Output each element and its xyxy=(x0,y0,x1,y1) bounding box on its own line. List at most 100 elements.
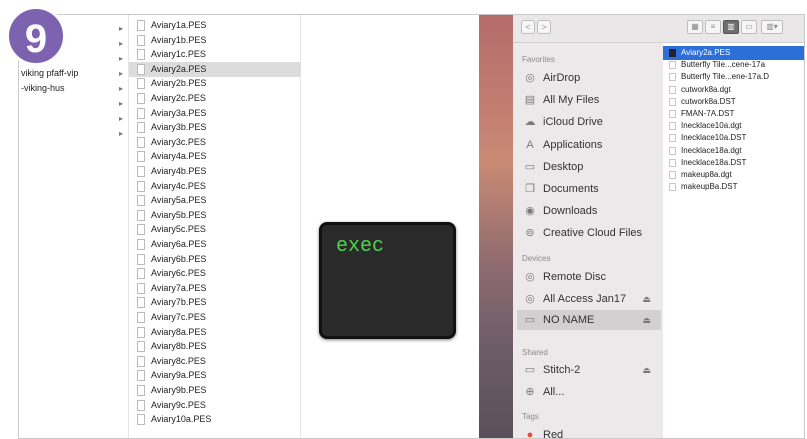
sidebar-item-label: iCloud Drive xyxy=(543,116,603,129)
file-row[interactable]: Aviary9a.PES xyxy=(129,368,301,383)
document-icon xyxy=(137,385,145,396)
file-name: Aviary7b.PES xyxy=(151,297,207,308)
file-row[interactable]: Aviary1c.PES xyxy=(129,47,301,62)
sidebar-item[interactable]: ❐ Documents xyxy=(517,179,661,199)
file-row[interactable]: Aviary7c.PES xyxy=(129,310,301,325)
folder-item[interactable]: ▸ xyxy=(19,126,129,141)
cloud-icon: ☁ xyxy=(524,116,536,129)
file-row[interactable]: Aviary9c.PES xyxy=(129,398,301,413)
sidebar-item[interactable]: ⊕ All... xyxy=(517,382,661,402)
file-name: Aviary3a.PES xyxy=(151,107,207,118)
file-row[interactable]: Aviary8b.PES xyxy=(129,339,301,354)
file-name: Aviary9b.PES xyxy=(151,385,207,395)
eject-icon[interactable]: ⏏ xyxy=(642,310,651,330)
file-name: Aviary6b.PES xyxy=(151,253,207,264)
exec-terminal-icon[interactable]: exec xyxy=(319,222,456,339)
folder-item[interactable]: viking pfaff-vip ▸ xyxy=(19,66,129,81)
arrange-button[interactable]: ▥▾ xyxy=(761,20,783,34)
file-name: Aviary4c.PES xyxy=(151,180,206,191)
sidebar-item-label: All My Files xyxy=(543,94,600,107)
file-row[interactable]: Aviary6a.PES xyxy=(129,237,301,252)
document-icon xyxy=(137,195,145,207)
folder-item[interactable]: ▸ xyxy=(19,96,129,111)
document-icon xyxy=(137,209,145,221)
list-view-button[interactable]: ≡ xyxy=(705,20,721,34)
document-icon xyxy=(137,312,145,323)
sidebar-tag[interactable]: ● Red xyxy=(517,425,661,438)
file-row[interactable]: Aviary3c.PES xyxy=(129,135,301,150)
icon-view-button[interactable]: ▦ xyxy=(687,20,703,34)
sidebar-item[interactable]: ▭ Stitch-2 ⏏ xyxy=(517,360,661,380)
sidebar-item[interactable]: ◎ All Access Jan17 ⏏ xyxy=(517,289,661,309)
file-row[interactable]: Aviary6b.PES xyxy=(129,252,301,267)
file-row[interactable]: Aviary1b.PES xyxy=(129,33,301,48)
file-row[interactable]: Aviary2c.PES xyxy=(129,91,301,106)
file-row[interactable]: Aviary3a.PES xyxy=(129,106,301,121)
column-view-button[interactable]: ▥ xyxy=(723,20,739,34)
cover-flow-button[interactable]: ▭ xyxy=(741,20,757,34)
sidebar-item[interactable]: ▤ All My Files xyxy=(517,90,661,110)
file-row[interactable]: Aviary7b.PES xyxy=(129,295,301,310)
file-icon xyxy=(669,171,676,179)
file-icon xyxy=(669,183,676,192)
file-row[interactable]: Aviary8c.PES xyxy=(129,354,301,369)
folder-item[interactable]: ▸ xyxy=(19,111,129,126)
sidebar-item[interactable]: ◎ AirDrop xyxy=(517,68,661,88)
file-name: Aviary1c.PES xyxy=(151,49,206,60)
applications-icon: A xyxy=(526,138,534,151)
file-name: Aviary4b.PES xyxy=(151,166,207,176)
sidebar-item-label: Applications xyxy=(543,138,603,151)
desktop-icon: ▭ xyxy=(524,160,536,173)
sidebar-item[interactable]: ▭ Desktop xyxy=(517,157,661,177)
eject-icon[interactable]: ⏏ xyxy=(642,360,651,380)
document-icon xyxy=(137,93,145,104)
exec-label: exec xyxy=(336,235,385,258)
file-name: Aviary5b.PES xyxy=(151,209,207,220)
sidebar-item[interactable]: ☁ iCloud Drive xyxy=(517,112,661,132)
folder-item[interactable]: -viking-hus ▸ xyxy=(19,81,129,96)
file-row[interactable]: Aviary5a.PES xyxy=(129,193,301,208)
file-icon xyxy=(669,122,676,131)
file-icon xyxy=(669,97,676,106)
file-row[interactable]: Aviary2a.PES xyxy=(129,61,301,77)
file-row[interactable]: Aviary3b.PES xyxy=(129,120,301,135)
file-row[interactable]: Aviary4b.PES xyxy=(129,164,301,179)
sidebar-item[interactable]: ⊚ Creative Cloud Files xyxy=(517,223,661,243)
file-row[interactable]: Aviary8a.PES xyxy=(129,325,301,340)
back-button[interactable]: < xyxy=(521,20,535,34)
file-row[interactable]: Aviary5c.PES xyxy=(129,222,301,237)
file-row[interactable]: Aviary9b.PES xyxy=(129,383,301,398)
document-icon xyxy=(137,326,145,338)
file-name: Aviary6a.PES xyxy=(151,239,207,249)
document-icon xyxy=(137,253,145,265)
sidebar-item[interactable]: A Applications xyxy=(517,135,661,155)
file-row[interactable]: Aviary5b.PES xyxy=(129,208,301,223)
file-name: Aviary10a.PES xyxy=(151,414,212,425)
chevron-right-icon: ▸ xyxy=(118,129,123,138)
step-number-badge: 9 xyxy=(6,6,66,66)
file-name: Aviary7a.PES xyxy=(151,282,207,293)
chevron-right-icon: ▸ xyxy=(118,24,123,33)
chevron-right-icon: ▸ xyxy=(118,69,123,78)
sidebar-item-label: NO NAME xyxy=(543,314,595,326)
disc-icon: ◎ xyxy=(525,271,535,283)
document-icon xyxy=(137,355,145,367)
file-row[interactable]: Aviary6c.PES xyxy=(129,266,301,281)
forward-button[interactable]: > xyxy=(537,20,551,34)
eject-icon[interactable]: ⏏ xyxy=(642,289,651,309)
sidebar-item[interactable]: ▭ NO NAME ⏏ xyxy=(517,310,661,330)
file-name: Aviary1a.PES xyxy=(151,20,207,30)
file-row[interactable]: Aviary4c.PES xyxy=(129,179,301,194)
file-icon xyxy=(669,158,676,167)
file-row[interactable]: Aviary4a.PES xyxy=(129,149,301,164)
file-name: Aviary2c.PES xyxy=(151,93,206,103)
file-row[interactable]: Aviary2b.PES xyxy=(129,76,301,91)
all-files-icon: ▤ xyxy=(524,94,536,107)
file-row[interactable]: Aviary10a.PES xyxy=(129,412,301,427)
sidebar-item[interactable]: ◉ Downloads xyxy=(517,201,661,221)
file-row[interactable]: Aviary1a.PES xyxy=(129,18,301,33)
file-name: Aviary8b.PES xyxy=(151,341,207,352)
file-list-row[interactable]: makeupBa.DST xyxy=(663,180,804,194)
file-row[interactable]: Aviary7a.PES xyxy=(129,281,301,296)
sidebar-item[interactable]: ◎ Remote Disc xyxy=(517,267,661,287)
